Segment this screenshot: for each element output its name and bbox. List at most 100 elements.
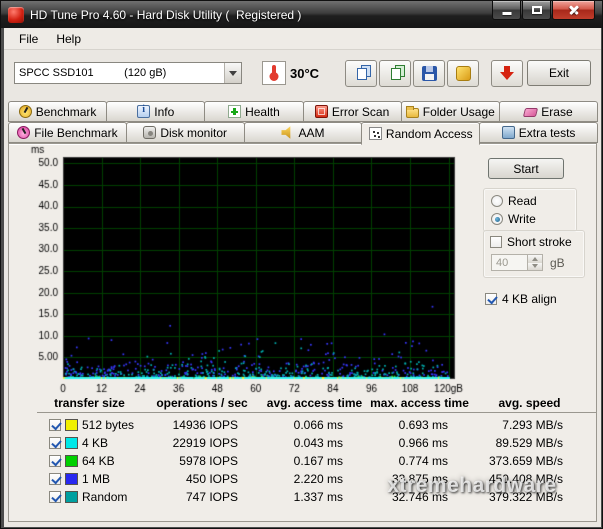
minimize-button[interactable] <box>492 1 521 20</box>
operations-cell: 747 IOPS <box>142 490 262 504</box>
short-stroke-groupbox: Short stroke 40 gB <box>483 230 585 278</box>
column-header: operations / sec <box>142 396 262 410</box>
tab-file-benchmark[interactable]: File Benchmark <box>8 122 127 143</box>
copy-screenshot-button[interactable] <box>345 60 377 87</box>
spin-up-icon <box>532 254 538 261</box>
tab-error-scan[interactable]: Error Scan <box>303 101 402 122</box>
results-header-row: transfer sizeoperations / secavg. access… <box>37 396 597 413</box>
tab-label: Info <box>154 105 174 119</box>
exit-button[interactable]: Exit <box>527 60 591 86</box>
extra-tests-icon <box>502 126 515 139</box>
client-area: FileHelp SPCC SSD101 (120 gB) 30°C Exit … <box>4 28 601 527</box>
tab-benchmark[interactable]: Benchmark <box>8 101 107 122</box>
tab-erase[interactable]: Erase <box>499 101 598 122</box>
menu-bar: FileHelp <box>4 28 601 50</box>
row-checkbox[interactable] <box>49 473 61 485</box>
row-checkbox[interactable] <box>49 455 61 467</box>
avg-access-time-cell: 0.167 ms <box>262 454 367 468</box>
column-header: avg. access time <box>262 396 367 410</box>
write-radio-circle[interactable] <box>491 213 503 225</box>
drive-selector[interactable]: SPCC SSD101 (120 gB) <box>14 62 242 84</box>
short-stroke-value[interactable]: 40 <box>491 254 528 271</box>
write-radio[interactable]: Write <box>491 212 569 226</box>
transfer-size-cell: 64 KB <box>37 454 142 468</box>
avg-speed-cell: 7.293 MB/s <box>472 418 587 432</box>
dropdown-arrow-icon[interactable] <box>224 63 241 83</box>
thermometer-icon <box>262 61 286 85</box>
tab-label: Benchmark <box>36 105 97 119</box>
copy-screenshot-icon <box>353 65 369 81</box>
avg-access-time-cell: 0.066 ms <box>262 418 367 432</box>
options-button[interactable] <box>447 60 479 87</box>
table-row: 4 KB22919 IOPS0.043 ms0.966 ms89.529 MB/… <box>37 434 597 452</box>
series-color-swatch <box>65 491 78 503</box>
mode-groupbox: Read Write <box>483 188 577 232</box>
titlebar[interactable]: HD Tune Pro 4.60 - Hard Disk Utility ( R… <box>1 1 602 28</box>
tab-label: Disk monitor <box>160 126 227 140</box>
align-checkbox[interactable]: 4 KB align <box>485 292 557 306</box>
tab-label: Error Scan <box>332 105 389 119</box>
series-color-swatch <box>65 419 78 431</box>
copy-text-button[interactable] <box>379 60 411 87</box>
options-icon <box>456 66 471 81</box>
hd-tune-window: HD Tune Pro 4.60 - Hard Disk Utility ( R… <box>0 0 603 529</box>
operations-cell: 5978 IOPS <box>142 454 262 468</box>
minimize-icon <box>502 12 511 15</box>
table-row: 512 bytes14936 IOPS0.066 ms0.693 ms7.293… <box>37 416 597 434</box>
row-checkbox[interactable] <box>49 419 61 431</box>
menu-help[interactable]: Help <box>47 30 90 48</box>
tab-label: Extra tests <box>519 126 576 140</box>
tab-extra-tests[interactable]: Extra tests <box>479 122 598 143</box>
close-button[interactable] <box>552 1 595 20</box>
tab-health[interactable]: Health <box>204 101 303 122</box>
save-screenshot-button[interactable] <box>413 60 445 87</box>
spin-down-button[interactable] <box>528 263 542 271</box>
copy-text-icon <box>387 65 403 81</box>
transfer-size-label: 1 MB <box>82 472 110 486</box>
maximize-button[interactable] <box>522 1 551 20</box>
window-title: HD Tune Pro 4.60 - Hard Disk Utility ( R… <box>30 8 486 22</box>
short-stroke-checkbox[interactable]: Short stroke <box>490 235 578 249</box>
window-controls <box>492 1 595 20</box>
health-icon <box>228 105 241 118</box>
spin-up-button[interactable] <box>528 255 542 263</box>
disk-monitor-icon <box>143 126 156 139</box>
avg-access-time-cell: 0.043 ms <box>262 436 367 450</box>
short-stroke-spinner: 40 gB <box>491 254 578 271</box>
row-checkbox[interactable] <box>49 437 61 449</box>
tab-info[interactable]: Info <box>106 101 205 122</box>
spinner-buttons <box>528 254 543 271</box>
start-button[interactable]: Start <box>488 158 564 179</box>
info-icon <box>137 105 150 118</box>
file-benchmark-icon <box>17 126 30 139</box>
tab-label: Erase <box>541 105 572 119</box>
row-checkbox[interactable] <box>49 491 61 503</box>
save-icon <box>422 66 437 81</box>
tab-random-access[interactable]: Random Access <box>361 122 480 145</box>
transfer-size-cell: 512 bytes <box>37 418 142 432</box>
column-header: max. access time <box>367 396 472 410</box>
tab-aam[interactable]: AAM <box>244 122 363 143</box>
align-checkbox-box[interactable] <box>485 293 497 305</box>
avg-speed-cell: 373.659 MB/s <box>472 454 587 468</box>
download-button[interactable] <box>491 60 523 87</box>
max-access-time-cell: 0.774 ms <box>367 454 472 468</box>
menu-file[interactable]: File <box>10 30 47 48</box>
tab-folder-usage[interactable]: Folder Usage <box>401 101 500 122</box>
max-access-time-cell: 0.966 ms <box>367 436 472 450</box>
spin-down-icon <box>532 264 538 271</box>
tab-row-2: File Benchmark Disk monitor AAM Random Acce… <box>8 122 597 143</box>
operations-cell: 450 IOPS <box>142 472 262 486</box>
read-radio-circle[interactable] <box>491 195 503 207</box>
read-radio-label: Read <box>508 194 537 208</box>
temperature-value: 30°C <box>290 66 319 81</box>
folder-usage-icon <box>406 108 419 118</box>
toolbar: SPCC SSD101 (120 gB) 30°C Exit <box>4 50 601 96</box>
tab-disk-monitor[interactable]: Disk monitor <box>126 122 245 143</box>
short-stroke-checkbox-box[interactable] <box>490 236 502 248</box>
read-radio[interactable]: Read <box>491 194 569 208</box>
column-header: transfer size <box>37 396 142 410</box>
tab-label: Random Access <box>386 127 473 141</box>
transfer-size-cell: Random <box>37 490 142 504</box>
align-label: 4 KB align <box>502 292 557 306</box>
